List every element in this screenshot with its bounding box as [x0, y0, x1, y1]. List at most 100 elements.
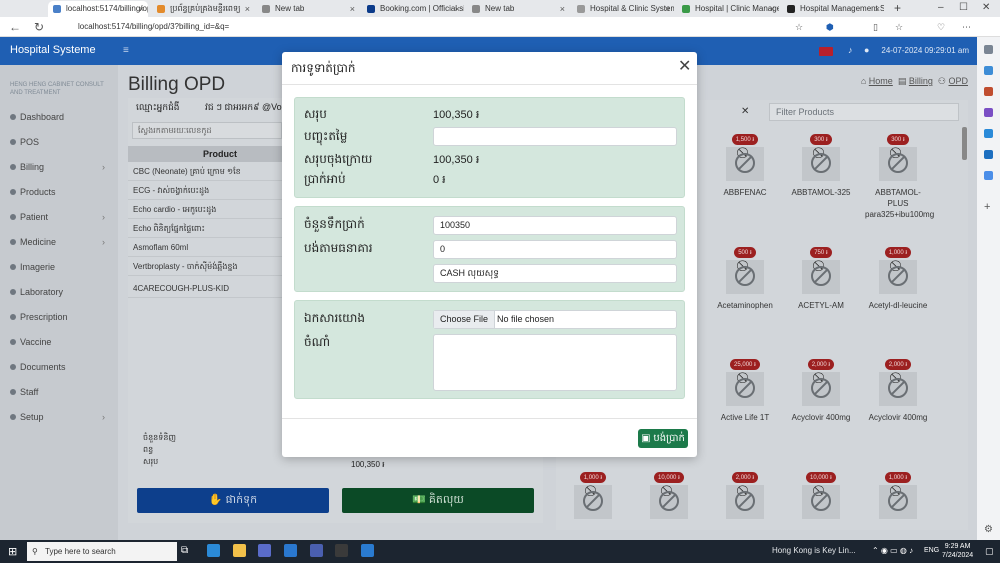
- product-card[interactable]: 750 ៛ ACETYL-AM: [788, 245, 854, 311]
- scrollbar[interactable]: [962, 127, 967, 160]
- brand-title[interactable]: Hospital Systeme: [10, 44, 96, 56]
- sidebar-item-products[interactable]: Products: [10, 187, 56, 197]
- mail-icon[interactable]: [284, 544, 297, 557]
- games-icon[interactable]: [984, 108, 993, 117]
- add-sidebar-icon[interactable]: +: [984, 201, 990, 213]
- minimize-icon[interactable]: –: [938, 2, 944, 13]
- product-card[interactable]: 10,000 ៛: [788, 470, 854, 519]
- store-icon[interactable]: [258, 544, 271, 557]
- breadcrumb-opd[interactable]: OPD: [948, 76, 968, 86]
- tab-close-icon[interactable]: ×: [875, 1, 880, 17]
- hold-button[interactable]: ✋ ផាក់ទុក: [137, 488, 329, 513]
- product-card[interactable]: 10,000 ៛: [636, 470, 702, 519]
- browser-essentials-icon[interactable]: ♡: [937, 20, 945, 34]
- sidebar-item-documents[interactable]: Documents: [10, 362, 66, 372]
- file-explorer-icon[interactable]: [233, 544, 246, 557]
- search-icon[interactable]: [984, 45, 993, 54]
- sidebar-item-imagerie[interactable]: Imagerie: [10, 262, 55, 272]
- bank-payment-input[interactable]: 0: [433, 240, 677, 259]
- tab-close-icon[interactable]: ×: [560, 1, 565, 17]
- close-icon[interactable]: ✕: [678, 59, 691, 75]
- sidebar-item-dashboard[interactable]: Dashboard: [10, 112, 64, 122]
- terminal-app-icon[interactable]: [310, 544, 323, 557]
- outlook-icon[interactable]: [984, 150, 993, 159]
- user-icon[interactable]: ●: [864, 45, 869, 55]
- browser-tab[interactable]: Hospital & Clinic System ×: [572, 1, 674, 17]
- product-card[interactable]: 300 ៛ ABBTAMOL-325: [788, 132, 854, 198]
- back-arrow-icon[interactable]: ←: [9, 20, 21, 34]
- vscode-icon[interactable]: [361, 544, 374, 557]
- taskbar-search-input[interactable]: ⚲ Type here to search: [27, 542, 177, 561]
- amount-input[interactable]: 100350: [433, 216, 677, 235]
- favorite-star-icon[interactable]: ☆: [795, 20, 803, 34]
- windows-start-icon[interactable]: ⊞: [8, 545, 17, 558]
- window-close-icon[interactable]: ✕: [982, 2, 990, 13]
- split-screen-icon[interactable]: ▯: [873, 20, 878, 34]
- tab-close-icon[interactable]: ×: [770, 1, 775, 17]
- product-card[interactable]: 1,000 ៛: [865, 470, 931, 519]
- system-tray-icons[interactable]: ⌃ ◉ ▭ ◍ ♪: [872, 546, 913, 555]
- sidebar-item-laboratory[interactable]: Laboratory: [10, 287, 63, 297]
- maximize-icon[interactable]: ☐: [959, 2, 968, 13]
- sidebar-item-medicine[interactable]: Medicine ›: [10, 237, 105, 247]
- product-card[interactable]: 2,000 ៛: [712, 470, 778, 519]
- tab-close-icon[interactable]: ×: [245, 1, 250, 17]
- url-field[interactable]: localhost:5174/billing/opd/3?billing_id=…: [60, 19, 830, 35]
- reload-icon[interactable]: ↻: [34, 20, 44, 34]
- sidebar-item-pos[interactable]: POS: [10, 137, 39, 147]
- send-icon[interactable]: [984, 171, 993, 180]
- flag-icon[interactable]: [819, 47, 833, 56]
- discount-input[interactable]: [433, 127, 677, 146]
- list-item[interactable]: Echo ពិនិត្យផ្នែកផ្ទៃពោះ: [128, 219, 298, 238]
- favorites-icon[interactable]: ☆: [895, 20, 903, 34]
- notification-icon[interactable]: ▢: [985, 546, 994, 557]
- bell-icon[interactable]: ♪: [848, 45, 853, 55]
- tools-icon[interactable]: [984, 87, 993, 96]
- browser-tab[interactable]: Hospital | Clinic Manage ×: [677, 1, 779, 17]
- product-card[interactable]: 500 ៛ Acetaminophen: [712, 245, 778, 311]
- patient-value[interactable]: វជ ៗ ជាអរអក៩ @Von: [205, 102, 282, 115]
- list-item[interactable]: 4CARECOUGH-PLUS-KID: [128, 279, 298, 298]
- news-widget[interactable]: Hong Kong is Key Lin...: [772, 546, 856, 555]
- pay-confirm-button[interactable]: ▣ បង់ប្រាក់: [638, 429, 688, 448]
- breadcrumb-home[interactable]: Home: [869, 76, 893, 86]
- sidebar-item-staff[interactable]: Staff: [10, 387, 38, 397]
- sidebar-item-prescription[interactable]: Prescription: [10, 312, 68, 322]
- list-item[interactable]: Asmoflam 60ml: [128, 238, 298, 257]
- office-icon[interactable]: [984, 129, 993, 138]
- tab-close-icon[interactable]: ×: [139, 1, 144, 17]
- file-input[interactable]: Choose File No file chosen: [433, 310, 677, 329]
- extension-icon[interactable]: ⬢: [826, 20, 834, 34]
- sidebar-item-vaccine[interactable]: Vaccine: [10, 337, 51, 347]
- payment-method-select[interactable]: CASH លុយសុទ្ធ: [433, 264, 677, 283]
- new-tab-icon[interactable]: +: [894, 1, 901, 15]
- clear-filter-icon[interactable]: ✕: [741, 106, 749, 117]
- clock[interactable]: 9:29 AM 7/24/2024: [942, 542, 973, 560]
- product-card[interactable]: 300 ៛ ABBTAMOL-PLUS para325+ibu100mg: [865, 132, 934, 220]
- settings-gear-icon[interactable]: ⚙: [984, 524, 993, 535]
- browser-tab[interactable]: Hospital Management Sy ×: [782, 1, 884, 17]
- menu-toggle-icon[interactable]: ≡: [123, 45, 129, 56]
- list-item[interactable]: Echo cardio - អេកូបេះដូង: [128, 200, 298, 219]
- shopping-icon[interactable]: [984, 66, 993, 75]
- list-item[interactable]: CBC (Neonate) គ្រាប់ ក្រោម ១ខែ: [128, 162, 298, 181]
- edge-browser-icon[interactable]: [207, 544, 220, 557]
- sidebar-item-setup[interactable]: Setup ›: [10, 412, 105, 422]
- browser-tab[interactable]: New tab ×: [257, 1, 359, 17]
- browser-tab[interactable]: ប្រព័ន្ធគ្រប់គ្រងមន្ទីរពេទ្យ ×: [152, 1, 254, 17]
- filter-products-input[interactable]: Filter Products: [769, 103, 959, 121]
- browser-tab[interactable]: New tab ×: [467, 1, 569, 17]
- tab-close-icon[interactable]: ×: [350, 1, 355, 17]
- browser-tab[interactable]: Booking.com | Official site ×: [362, 1, 464, 17]
- sidebar-item-patient[interactable]: Patient ›: [10, 212, 105, 222]
- note-textarea[interactable]: [433, 334, 677, 391]
- product-card[interactable]: 2,000 ៛ Acyclovir 400mg: [788, 357, 854, 423]
- browser-tab-active[interactable]: localhost:5174/billing/opd?billing_id×: [48, 1, 148, 17]
- checkout-button[interactable]: 💵 គិតលុយ: [342, 488, 534, 513]
- product-card[interactable]: 25,000 ៛ Active Life 1T: [712, 357, 778, 423]
- list-item[interactable]: Vertbroplasty - ចាក់ស៊ីម៉ង់ឆ្អឹងខ្នង: [128, 257, 298, 276]
- product-search-input[interactable]: ស្វែងរកតាមរយៈលេខកូដ: [132, 122, 282, 139]
- sidebar-item-billing[interactable]: Billing ›: [10, 162, 105, 172]
- more-menu-icon[interactable]: ⋯: [962, 20, 971, 34]
- breadcrumb-billing[interactable]: Billing: [909, 76, 933, 86]
